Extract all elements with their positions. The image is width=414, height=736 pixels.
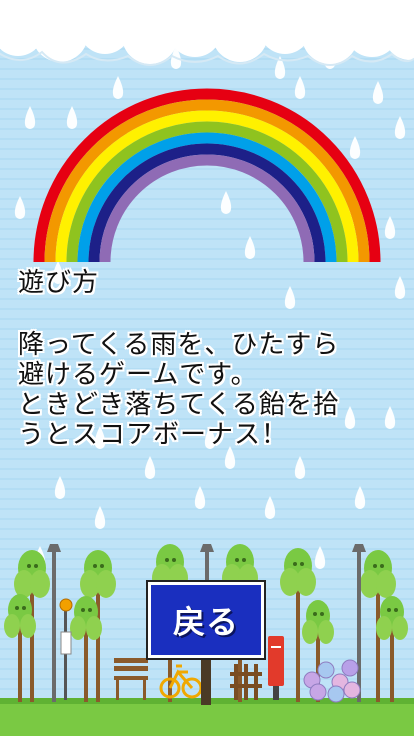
raindrop-icon: [384, 216, 396, 239]
hydrangea-blossom: [327, 685, 345, 703]
hydrangea-blossom: [341, 659, 359, 677]
hydrangea-blossom: [343, 681, 361, 699]
raindrop-icon: [194, 486, 206, 509]
raindrop-icon: [144, 456, 156, 479]
hydrangea-blossom: [317, 661, 335, 679]
mailbox-icon: [268, 636, 284, 700]
raindrop-icon: [294, 456, 306, 479]
raindrop-icon: [372, 81, 384, 104]
hydrangea-blossom: [309, 683, 327, 701]
bench-icon: [114, 658, 148, 700]
raindrop-icon: [264, 496, 276, 519]
raindrop-icon: [14, 196, 26, 219]
raindrop-icon: [284, 286, 296, 309]
raindrop-icon: [112, 76, 124, 99]
raindrop-icon: [220, 191, 232, 214]
description-line: 降ってくる雨を、ひたすら: [18, 330, 340, 360]
raindrop-icon: [94, 506, 106, 529]
tree-icon: [376, 596, 408, 702]
sign-post: [201, 655, 211, 705]
raindrop-icon: [394, 276, 406, 299]
raindrop-icon: [54, 476, 66, 499]
raindrop-icon: [394, 116, 406, 139]
raindrop-icon: [354, 486, 366, 509]
description-line: 避けるゲームです。: [18, 360, 258, 390]
fence-icon: [230, 664, 262, 700]
back-button[interactable]: 戻る: [148, 582, 264, 658]
raindrop-icon: [66, 106, 78, 129]
how-to-play-description: 降ってくる雨を、ひたすら 避けるゲームです。 ときどき落ちてくる飴を拾 うとスコ…: [18, 330, 403, 450]
rainbow-icon: [33, 88, 381, 263]
back-button-label: 戻る: [172, 603, 239, 641]
raindrop-icon: [294, 76, 306, 99]
raindrop-icon: [349, 136, 361, 159]
bicycle-icon: [159, 664, 203, 699]
raindrop-icon: [244, 236, 256, 259]
hydrangea-icon: [303, 659, 361, 703]
cloud-icon: [0, 0, 414, 64]
game-screen: 遊び方 降ってくる雨を、ひたすら 避けるゲームです。 ときどき落ちてくる飴を拾 …: [0, 0, 414, 736]
description-line: ときどき落ちてくる飴を拾: [18, 390, 340, 420]
bus-stop-sign-icon: [59, 598, 73, 700]
description-line: うとスコアボーナス！: [18, 420, 289, 450]
raindrop-icon: [24, 106, 36, 129]
raindrop-icon: [314, 546, 326, 569]
how-to-play-title: 遊び方: [18, 268, 100, 298]
grass: [0, 700, 414, 736]
